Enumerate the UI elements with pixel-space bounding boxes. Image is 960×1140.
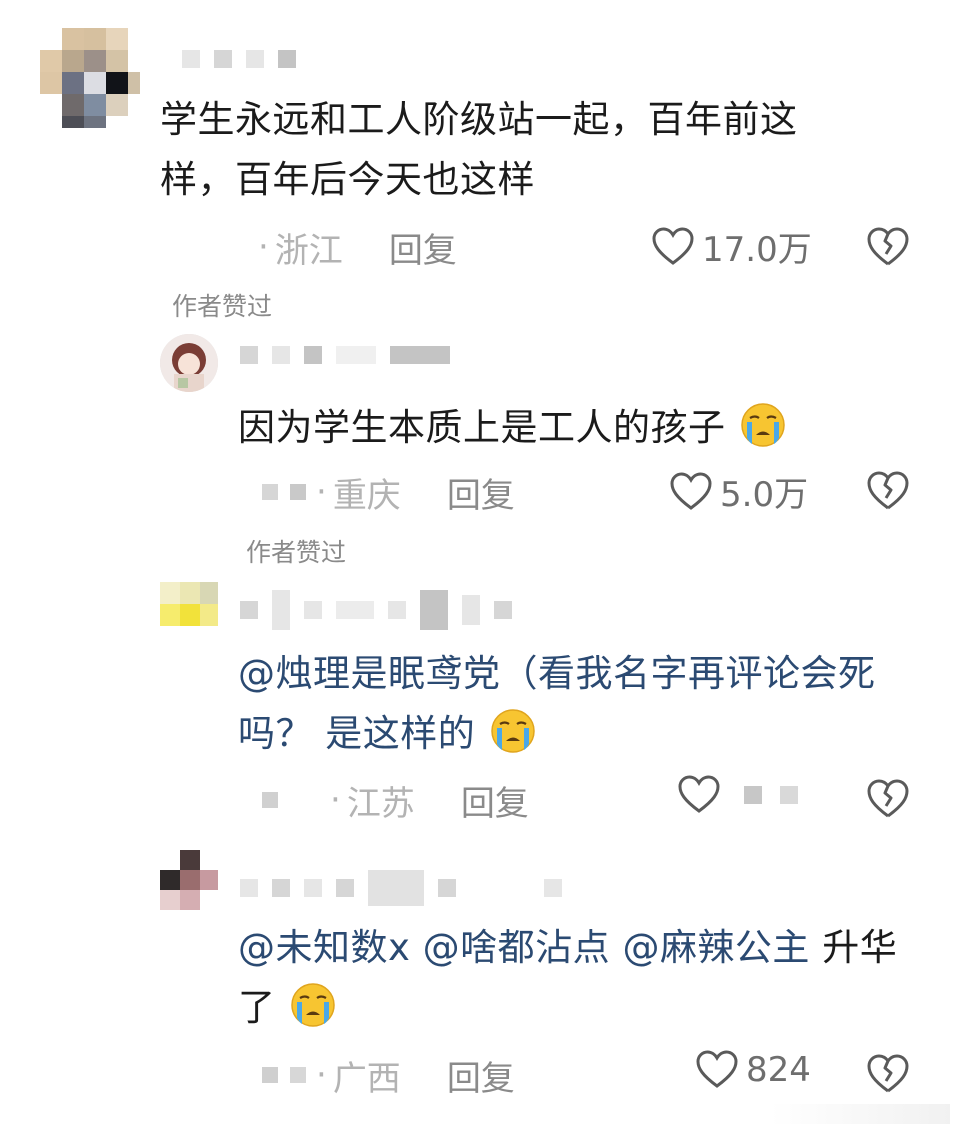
- reply-button[interactable]: 回复: [389, 223, 457, 272]
- like-button[interactable]: 824: [696, 1050, 811, 1090]
- username-redacted[interactable]: [240, 346, 450, 364]
- broken-heart-icon[interactable]: [866, 470, 910, 512]
- comment-meta: · 重庆 回复: [262, 467, 515, 517]
- broken-heart-icon[interactable]: [866, 226, 910, 268]
- meta-dot: ·: [316, 1055, 327, 1095]
- mention-link[interactable]: @麻辣公主: [622, 926, 810, 969]
- comment-body: 因为学生本质上是工人的孩子: [238, 406, 726, 449]
- username-redacted[interactable]: [240, 590, 512, 630]
- redacted-block: [262, 484, 278, 500]
- avatar[interactable]: [160, 334, 218, 392]
- comment-meta: · 浙江 回复: [258, 222, 457, 272]
- heart-outline-icon: [670, 471, 712, 510]
- comment-meta: · 广西 回复: [262, 1050, 515, 1100]
- redacted-block: [262, 1067, 278, 1083]
- crying-face-emoji: [291, 983, 335, 1027]
- redacted-block: [290, 484, 306, 500]
- comment-text: @烛理是眠鸢党（看我名字再评论会死吗？ 是这样的: [238, 644, 928, 764]
- author-liked-label: 作者赞过: [172, 292, 273, 321]
- mention-link[interactable]: @烛理是眠鸢党: [238, 652, 501, 695]
- meta-dot: ·: [316, 472, 327, 512]
- like-count: 824: [746, 1050, 811, 1090]
- watermark-faint: [770, 1104, 950, 1124]
- location-text: 广西: [332, 1058, 401, 1099]
- reply-button[interactable]: 回复: [461, 776, 529, 825]
- broken-heart-icon[interactable]: [866, 1053, 910, 1095]
- username-redacted[interactable]: [240, 870, 562, 906]
- redacted-block: [744, 786, 762, 804]
- username-redacted[interactable]: [182, 50, 296, 68]
- avatar[interactable]: [160, 850, 218, 910]
- like-count: 17.0万: [702, 230, 812, 270]
- redacted-block: [780, 786, 798, 804]
- redacted-block: [290, 1067, 306, 1083]
- like-button[interactable]: [678, 775, 798, 815]
- avatar-image: [160, 582, 218, 626]
- crying-face-emoji: [741, 403, 785, 447]
- avatar[interactable]: [40, 28, 140, 128]
- avatar-image: [40, 28, 140, 128]
- heart-outline-icon: [678, 775, 720, 813]
- comment-meta: · 江苏 回复: [262, 775, 529, 825]
- author-liked-label: 作者赞过: [246, 538, 347, 567]
- avatar-image: [160, 334, 218, 392]
- location-text: 重庆: [332, 475, 401, 516]
- comment-text: @未知数x @啥都沾点 @麻辣公主 升华了: [238, 918, 928, 1038]
- meta-dot: ·: [258, 227, 269, 267]
- heart-outline-icon: [696, 1050, 738, 1088]
- crying-face-emoji: [490, 709, 535, 753]
- reply-button[interactable]: 回复: [447, 1051, 515, 1100]
- avatar-image: [160, 850, 218, 910]
- mention-link[interactable]: @未知数x: [238, 926, 410, 969]
- like-button[interactable]: 5.0万: [670, 467, 808, 516]
- location-text: 江苏: [346, 783, 415, 824]
- avatar[interactable]: [160, 582, 218, 626]
- broken-heart-icon[interactable]: [866, 778, 910, 820]
- comment-body: 学生永远和工人阶级站一起，百年前这样，百年后今天也这样: [160, 98, 798, 201]
- like-count: 5.0万: [720, 475, 809, 515]
- comment-text: 学生永远和工人阶级站一起，百年前这样，百年后今天也这样: [160, 90, 860, 210]
- reply-button[interactable]: 回复: [447, 468, 515, 517]
- like-button[interactable]: 17.0万: [652, 222, 812, 271]
- comment-text: 因为学生本质上是工人的孩子: [238, 398, 786, 458]
- location-text: 浙江: [274, 230, 343, 271]
- mention-link[interactable]: @啥都沾点: [423, 926, 611, 969]
- meta-dot: ·: [330, 780, 341, 820]
- redacted-block: [262, 792, 278, 808]
- heart-outline-icon: [652, 226, 694, 265]
